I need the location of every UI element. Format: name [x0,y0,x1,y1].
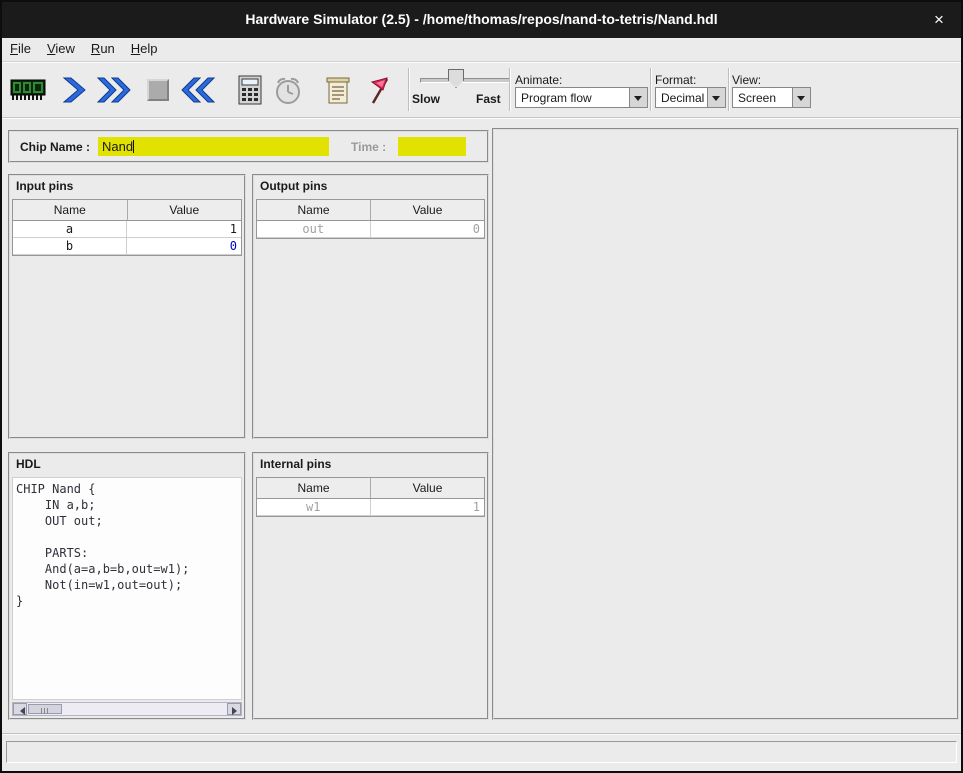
input-pins-table: Name Value a 1 b 0 [12,199,242,256]
toolbar-separator [728,68,730,111]
pin-value-cell[interactable]: 0 [127,238,241,254]
table-row: b 0 [13,238,241,255]
hdl-title: HDL [16,457,41,471]
time-label: Time : [351,140,386,154]
calculator-button[interactable] [230,70,270,110]
output-pins-panel: Output pins Name Value out 0 [252,174,489,439]
scroll-left-icon[interactable] [13,703,27,715]
input-pins-panel: Input pins Name Value a 1 b 0 [8,174,246,439]
format-selected-value: Decimal [661,91,704,105]
format-select[interactable]: Decimal [655,87,726,108]
column-header-value: Value [371,200,484,220]
script-button[interactable] [318,70,358,110]
chevron-down-icon[interactable] [707,88,725,107]
column-header-name: Name [13,200,128,220]
table-header: Name Value [257,478,484,499]
hdl-horizontal-scrollbar[interactable] [12,702,242,716]
chip-name-input[interactable]: Nand [98,137,329,156]
status-separator [2,733,961,734]
format-label: Format: [655,73,696,87]
calculator-icon [236,74,264,106]
reset-icon [179,75,217,105]
reset-button[interactable] [178,70,218,110]
pin-value-cell: 1 [371,499,485,515]
text-caret [133,140,134,153]
pin-value-cell[interactable]: 1 [127,221,241,237]
chevron-down-icon[interactable] [629,88,647,107]
run-button[interactable] [94,70,134,110]
hardware-simulator-window: Hardware Simulator (2.5) - /home/thomas/… [0,0,963,773]
slider-fast-label: Fast [476,92,501,106]
status-bar [6,741,957,763]
chip-icon [10,76,46,104]
column-header-value: Value [128,200,242,220]
menubar: FileViewRunHelp [2,38,961,62]
pin-name-cell: b [13,238,127,254]
single-step-button[interactable] [54,70,94,110]
chip-name-label: Chip Name : [20,140,90,154]
table-row: a 1 [13,221,241,238]
titlebar[interactable]: Hardware Simulator (2.5) - /home/thomas/… [2,2,961,38]
table-header: Name Value [13,200,241,221]
animate-select[interactable]: Program flow [515,87,648,108]
window-title: Hardware Simulator (2.5) - /home/thomas/… [2,11,961,27]
stop-button[interactable] [138,70,178,110]
pin-name-cell: w1 [257,499,371,515]
column-header-name: Name [257,478,371,498]
column-header-value: Value [371,478,484,498]
pin-value-cell: 0 [371,221,485,237]
pin-name-cell: a [13,221,127,237]
clock-icon [273,74,303,106]
hdl-code-view: CHIP Nand { IN a,b; OUT out; PARTS: And(… [12,477,242,700]
table-row: w1 1 [257,499,484,516]
clock-button[interactable] [268,70,308,110]
run-icon [95,75,133,105]
menu-view[interactable]: View [39,38,83,56]
single-step-icon [59,75,89,105]
stop-icon [147,79,169,101]
internal-pins-table: Name Value w1 1 [256,477,485,517]
input-pins-title: Input pins [16,179,73,193]
pin-name-cell: out [257,221,371,237]
animate-label: Animate: [515,73,562,87]
scroll-right-icon[interactable] [227,703,241,715]
load-chip-button[interactable] [8,70,48,110]
internal-pins-title: Internal pins [260,457,331,471]
menu-help[interactable]: Help [123,38,166,56]
output-pins-title: Output pins [260,179,327,193]
hdl-code: CHIP Nand { IN a,b; OUT out; PARTS: And(… [16,481,241,609]
speed-slider-thumb[interactable] [448,69,464,88]
toolbar: Slow Fast Animate: Program flow Format: … [2,62,961,118]
hdl-panel: HDL CHIP Nand { IN a,b; OUT out; PARTS: … [8,452,246,720]
breakpoint-icon [366,74,394,106]
script-icon [324,74,352,106]
chip-header-row: Chip Name : Nand Time : [8,130,489,163]
chip-name-value: Nand [102,139,133,154]
close-icon[interactable]: × [929,10,949,30]
speed-slider-track[interactable] [420,78,510,83]
column-header-name: Name [257,200,371,220]
view-select[interactable]: Screen [732,87,811,108]
time-field [398,137,466,156]
toolbar-separator [408,68,410,111]
toolbar-separator [509,68,511,111]
internal-pins-panel: Internal pins Name Value w1 1 [252,452,489,720]
slider-slow-label: Slow [412,92,440,106]
chip-view-area [492,128,959,720]
menu-run[interactable]: Run [83,38,123,56]
table-header: Name Value [257,200,484,221]
table-row: out 0 [257,221,484,238]
menu-file[interactable]: File [2,38,39,56]
view-label: View: [732,73,761,87]
chevron-down-icon[interactable] [792,88,810,107]
view-selected-value: Screen [738,91,776,105]
animate-selected-value: Program flow [521,91,592,105]
breakpoint-button[interactable] [360,70,400,110]
output-pins-table: Name Value out 0 [256,199,485,239]
toolbar-separator [650,68,652,111]
scrollbar-thumb[interactable] [28,704,62,714]
